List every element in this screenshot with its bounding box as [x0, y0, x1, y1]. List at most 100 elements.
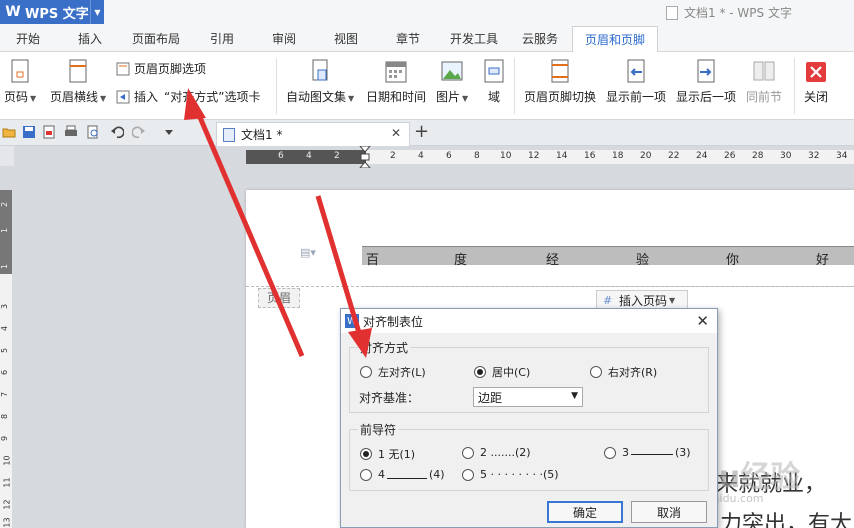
ruler-tick: 13 [2, 517, 12, 528]
solid-leader-line [631, 451, 673, 455]
header-footer-options-button[interactable]: 页眉页脚选项 [116, 60, 206, 77]
basis-value: 边距 [478, 390, 503, 405]
leader-1-radio[interactable]: 1 无(1) [360, 446, 415, 462]
leader-5-radio[interactable]: 5 · · · · · · · ·(5) [462, 468, 559, 481]
dropdown-arrow-icon: ▼ [30, 94, 37, 103]
app-menu-button[interactable]: W WPS 文字 ▼ [0, 0, 104, 24]
ruler-tick: 4 [306, 151, 312, 161]
tab-page-layout[interactable]: 页面布局 [132, 26, 180, 52]
ruler-tick: 10 [2, 455, 12, 466]
field-label: 域 [487, 90, 500, 104]
header-table-row[interactable]: 百 度 经 验 你 好 [362, 247, 854, 268]
tab-start[interactable]: 开始 [16, 26, 40, 52]
align-right-radio[interactable]: 右对齐(R) [590, 364, 657, 380]
align-tab-dialog: W 对齐制表位 ✕ 对齐方式 左对齐(L) 居中(C) 右对齐(R) 对齐基准：… [340, 308, 718, 528]
open-folder-icon[interactable] [2, 125, 16, 139]
header-line-button[interactable]: 页眉横线 ▼ [50, 52, 106, 106]
field-button[interactable]: 域 [482, 52, 506, 104]
date-time-label: 日期和时间 [366, 90, 427, 104]
radio-circle-selected[interactable] [360, 448, 372, 460]
header-line-icon [69, 59, 87, 83]
align-center-radio[interactable]: 居中(C) [474, 364, 530, 380]
tab-section[interactable]: 章节 [396, 26, 420, 52]
same-as-previous-button[interactable]: 同前节 [746, 52, 782, 104]
center-tab-marker-icon[interactable] [358, 146, 372, 168]
ruler-corner[interactable] [0, 146, 14, 166]
print-icon[interactable] [64, 125, 78, 139]
app-name: WPS 文字 [25, 6, 89, 22]
ribbon-separator [514, 58, 515, 114]
arrow-right-icon [697, 59, 715, 83]
cancel-button[interactable]: 取消 [631, 501, 707, 523]
calendar-icon [385, 61, 407, 83]
document-tab[interactable]: 文档1 * ✕ [216, 122, 410, 146]
new-tab-plus-icon[interactable]: + [414, 121, 429, 142]
ruler-tick: 32 [808, 151, 820, 161]
leader-3-radio[interactable]: 3 (3) [604, 446, 691, 459]
redo-icon[interactable] [132, 125, 146, 139]
tab-header-footer[interactable]: 页眉和页脚 [572, 26, 659, 53]
auto-text-icon [312, 59, 328, 81]
insert-page-number-button[interactable]: # 插入页码 ▼ [596, 290, 688, 310]
radio-circle[interactable] [590, 366, 602, 378]
header-line-label: 页眉横线 [50, 90, 99, 104]
leader-2-radio[interactable]: 2 .......(2) [462, 446, 531, 459]
radio-circle-selected[interactable] [474, 366, 486, 378]
tab-references[interactable]: 引用 [210, 26, 234, 52]
horizontal-ruler[interactable]: 6 4 2 2 4 6 8 10 12 14 16 18 20 22 24 26… [246, 146, 854, 168]
arrow-left-icon [627, 59, 645, 83]
quick-access-bar: 文档1 * ✕ + [0, 120, 854, 146]
page-number-button[interactable]: 页码 ▼ [4, 52, 36, 106]
customize-dropdown-icon[interactable] [162, 125, 176, 139]
ruler-tick: 26 [724, 151, 736, 161]
same-as-previous-label: 同前节 [746, 90, 783, 104]
options-icon [116, 62, 130, 75]
show-next-button[interactable]: 显示后一项 [676, 52, 736, 104]
ruler-tick: 6 [278, 151, 284, 161]
show-previous-button[interactable]: 显示前一项 [606, 52, 666, 104]
tab-developer[interactable]: 开发工具 [450, 26, 498, 52]
header-footer-switch-button[interactable]: 页眉页脚切换 [524, 52, 596, 104]
close-icon[interactable]: ✕ [696, 312, 709, 330]
close-header-footer-button[interactable]: 关闭 [804, 52, 828, 104]
tab-cloud[interactable]: 云服务 [522, 26, 558, 52]
close-tab-icon[interactable]: ✕ [391, 126, 401, 140]
close-icon [806, 62, 826, 82]
basis-select[interactable]: 边距 ▼ [473, 387, 583, 407]
insert-align-tab-button[interactable]: 插入 “对齐方式”选项卡 [116, 88, 260, 105]
print-preview-icon[interactable] [86, 125, 100, 139]
save-icon[interactable] [22, 125, 36, 139]
radio-circle[interactable] [604, 446, 616, 459]
page-number-icon: # [603, 294, 613, 307]
header-table-row[interactable] [362, 265, 854, 287]
page-number-label: 页码 [4, 90, 29, 104]
auto-text-button[interactable]: 自动图文集 ▼ [286, 52, 354, 106]
basis-label: 对齐基准： [359, 391, 420, 405]
export-pdf-icon[interactable] [42, 125, 56, 139]
auto-text-label: 自动图文集 [286, 90, 347, 104]
ruler-tick: 6 [446, 151, 452, 161]
date-time-button[interactable]: 日期和时间 [366, 52, 426, 104]
ruler-tick: 8 [0, 413, 10, 420]
tab-review[interactable]: 审阅 [272, 26, 296, 52]
tab-insert[interactable]: 插入 [78, 26, 102, 52]
radio-circle[interactable] [360, 366, 372, 378]
ribbon-separator [276, 58, 277, 114]
leader-3-suffix: (3) [675, 446, 691, 459]
chevron-down-icon[interactable]: ▼ [90, 0, 104, 24]
undo-icon[interactable] [110, 125, 124, 139]
radio-circle[interactable] [360, 468, 372, 481]
leader-4-radio[interactable]: 4 (4) [360, 468, 445, 481]
vertical-ruler[interactable]: 2 1 1 3 4 5 6 7 8 9 10 11 12 13 [0, 190, 12, 528]
ruler-tick: 28 [752, 151, 764, 161]
header-table[interactable]: 百 度 经 验 你 好 [362, 246, 854, 287]
body-text-line[interactable]: 力突出，有大 [720, 506, 852, 528]
dialog-title-bar[interactable]: W 对齐制表位 ✕ [341, 309, 717, 333]
align-left-radio[interactable]: 左对齐(L) [360, 364, 426, 380]
radio-circle[interactable] [462, 468, 474, 481]
radio-circle[interactable] [462, 446, 474, 459]
tab-view[interactable]: 视图 [334, 26, 358, 52]
picture-button[interactable]: 图片 ▼ [436, 52, 468, 106]
ok-button[interactable]: 确定 [547, 501, 623, 523]
paste-options-icon[interactable]: ▤▾ [300, 246, 316, 260]
